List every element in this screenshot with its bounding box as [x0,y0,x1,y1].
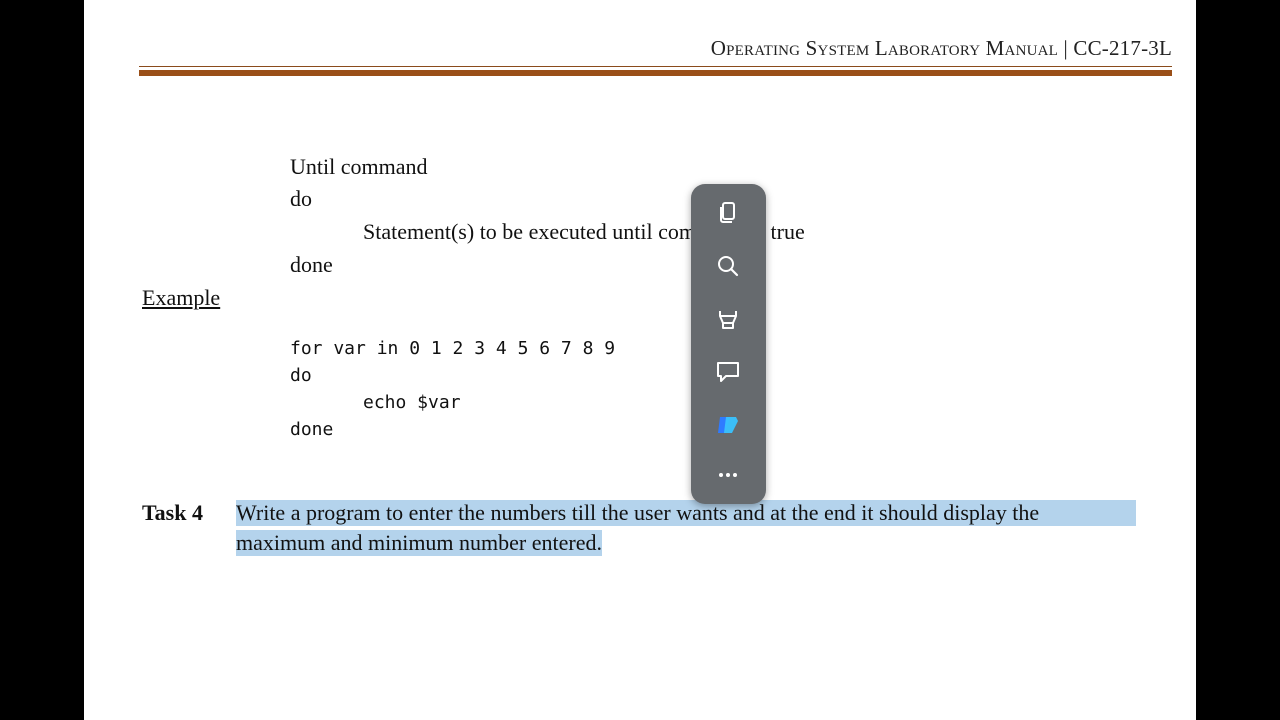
copilot-icon [718,417,738,433]
example-heading: Example [142,285,221,310]
syntax-line-1: Until command [290,154,428,179]
task-text-line-1[interactable]: Write a program to enter the numbers til… [236,500,1136,526]
selection-toolbar [691,184,766,504]
document-page: Operating System Laboratory Manual | CC-… [84,0,1196,720]
code-line-2: do [290,365,312,386]
code-line-3: echo $var [363,392,461,413]
comment-button[interactable] [706,352,750,392]
task-text-line-2[interactable]: maximum and minimum number entered. [236,530,602,556]
search-icon [718,256,739,277]
copy-icon [720,202,735,223]
search-button[interactable] [706,246,750,286]
page-header: Operating System Laboratory Manual | CC-… [711,36,1172,61]
header-rule-thick [139,70,1172,76]
syntax-line-2: do [290,186,312,211]
course-code: CC-217-3L [1073,36,1172,60]
task-label: Task 4 [142,500,203,525]
copy-button[interactable] [706,193,750,233]
highlight-button[interactable] [706,299,750,339]
header-separator: | [1058,36,1074,60]
code-line-4: done [290,419,334,440]
syntax-line-4: done [290,252,333,277]
more-icon [719,473,737,477]
comment-icon [717,362,739,382]
highlighter-icon [719,311,737,329]
manual-title: Operating System Laboratory Manual [710,36,1059,60]
code-line-1: for var in 0 1 2 3 4 5 6 7 8 9 [290,338,616,359]
copilot-button[interactable] [706,405,750,445]
more-button[interactable] [706,455,750,495]
header-rule-thin [139,66,1172,67]
